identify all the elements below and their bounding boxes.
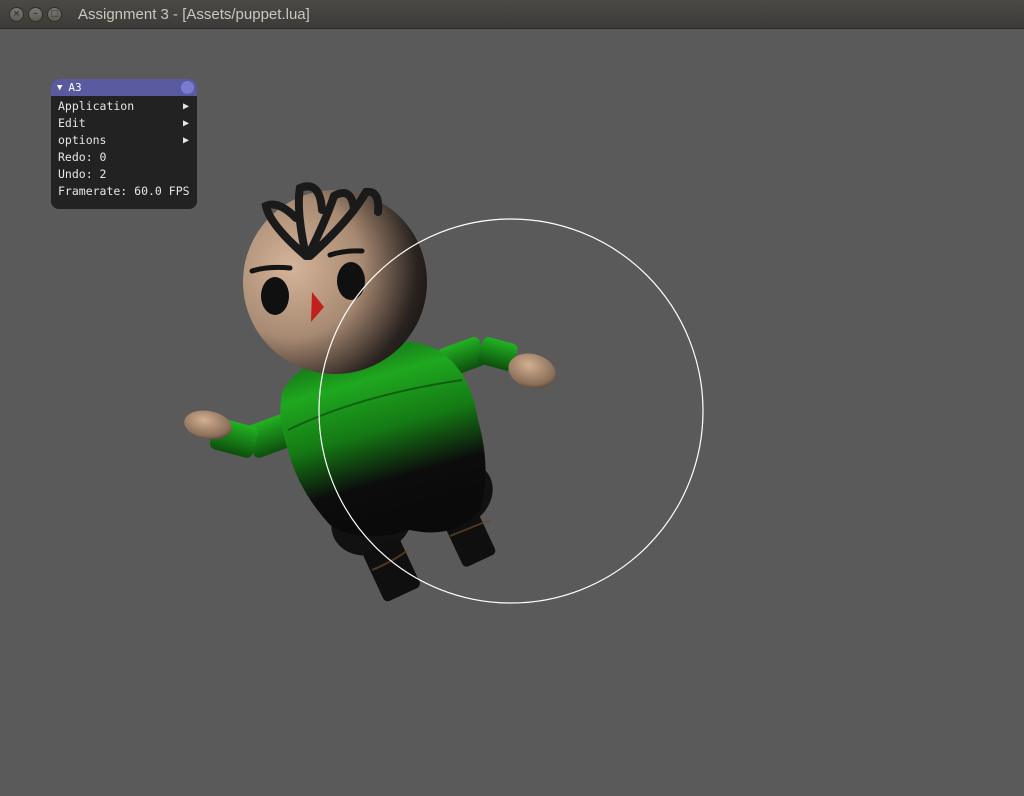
menu-options[interactable]: options ▶ (58, 132, 197, 149)
panel-title: A3 (68, 81, 82, 94)
window-titlebar[interactable]: × – □ Assignment 3 - [Assets/puppet.lua] (0, 0, 1024, 29)
window-controls: × – □ (9, 6, 62, 22)
panel-header[interactable]: ▼ A3 (51, 79, 197, 96)
submenu-arrow-icon: ▶ (182, 135, 189, 146)
submenu-arrow-icon: ▶ (182, 101, 189, 112)
maximize-button[interactable]: □ (47, 6, 62, 22)
redo-count: Redo: 0 (58, 150, 107, 164)
imgui-panel[interactable]: ▼ A3 Application ▶ Edit ▶ options ▶ Redo… (51, 79, 197, 209)
left-eye (261, 277, 289, 315)
framerate-readout: Framerate: 60.0 FPS (58, 184, 190, 198)
menu-edit[interactable]: Edit ▶ (58, 115, 197, 132)
collapse-arrow-icon[interactable]: ▼ (57, 83, 62, 93)
close-button[interactable]: × (9, 6, 24, 22)
panel-body: Application ▶ Edit ▶ options ▶ Redo: 0 U… (51, 96, 197, 200)
menu-label: options (58, 133, 107, 147)
submenu-arrow-icon: ▶ (182, 118, 189, 129)
menu-label: Edit (58, 116, 86, 130)
undo-count: Undo: 2 (58, 167, 107, 181)
menu-label: Application (58, 99, 135, 113)
minimize-button[interactable]: – (28, 6, 43, 22)
menu-application[interactable]: Application ▶ (58, 98, 197, 115)
right-eye (337, 262, 365, 300)
window-title: Assignment 3 - [Assets/puppet.lua] (78, 5, 310, 23)
circle-icon[interactable] (181, 81, 194, 94)
